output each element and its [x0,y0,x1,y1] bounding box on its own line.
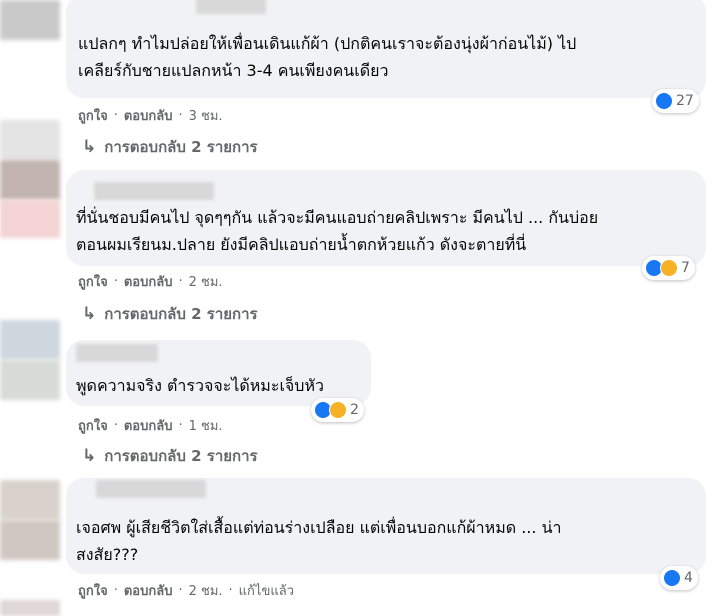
comment-bubble: ที่นั่นชอบมีคนไป จุดๆๆกัน แล้วจะมีคนแอบถ… [66,170,706,266]
reaction-count: 27 [676,93,694,109]
separator: · [113,108,118,123]
comment-bubble: เจอศพ ผู้เสียชีวิตใส่เสื้อแต่ท่อนร่างเปล… [66,478,706,574]
avatar[interactable] [0,360,60,400]
like-icon [655,92,673,110]
comment-text: พูดความจริง ตำรวจจะได้หมะเจ็บหัว [76,376,324,395]
comment-actions: ถูกใจ · ตอบกลับ · 3 ชม. [78,105,223,126]
timestamp[interactable]: 2 ชม. [189,580,223,601]
comment-actions: ถูกใจ · ตอบกลับ · 1 ชม. [78,415,223,436]
reaction-count: 2 [350,402,359,418]
timestamp[interactable]: 1 ชม. [189,415,223,436]
reply-arrow-icon: ↳ [82,304,97,324]
like-link[interactable]: ถูกใจ [78,415,108,436]
edited-label[interactable]: แก้ไขแล้ว [239,580,294,601]
comment-actions: ถูกใจ · ตอบกลับ · 2 ชม. · แก้ไขแล้ว [78,580,294,601]
comment-text: เจอศพ ผู้เสียชีวิตใส่เสื้อแต่ท่อนร่างเปล… [76,518,562,564]
reply-link[interactable]: ตอบกลับ [124,105,173,126]
avatar[interactable] [0,600,60,616]
view-replies-link[interactable]: ↳ การตอบกลับ 2 รายการ [82,444,258,468]
avatar[interactable] [0,0,60,40]
reaction-summary[interactable]: 7 [642,256,695,280]
avatar[interactable] [0,160,60,200]
avatar[interactable] [0,200,60,238]
comment-actions: ถูกใจ · ตอบกลับ · 2 ชม. [78,271,223,292]
reply-arrow-icon: ↳ [82,137,97,157]
haha-icon [329,401,347,419]
comment-text: แปลกๆ ทำไมปล่อยให้เพื่อนเดินแก้ผ้า (ปกติ… [78,34,577,80]
separator: · [113,583,118,598]
separator: · [178,418,183,433]
commenter-name[interactable] [76,344,158,362]
separator: · [178,583,183,598]
reply-link[interactable]: ตอบกลับ [124,271,173,292]
reaction-count: 7 [681,260,690,276]
like-link[interactable]: ถูกใจ [78,271,108,292]
commenter-name[interactable] [96,480,206,498]
avatar[interactable] [0,480,60,520]
replies-label: การตอบกลับ 2 รายการ [104,138,258,156]
reply-arrow-icon: ↳ [82,446,97,466]
separator: · [178,274,183,289]
haha-icon [660,259,678,277]
reaction-summary[interactable]: 27 [652,89,699,113]
comment-bubble: แปลกๆ ทำไมปล่อยให้เพื่อนเดินแก้ผ้า (ปกติ… [66,0,706,98]
view-replies-link[interactable]: ↳ การตอบกลับ 2 รายการ [82,302,258,326]
reply-link[interactable]: ตอบกลับ [124,415,173,436]
timestamp[interactable]: 2 ชม. [189,271,223,292]
like-link[interactable]: ถูกใจ [78,105,108,126]
avatar[interactable] [0,120,60,160]
reply-link[interactable]: ตอบกลับ [124,580,173,601]
avatar[interactable] [0,320,60,360]
replies-label: การตอบกลับ 2 รายการ [104,447,258,465]
separator: · [178,108,183,123]
commenter-name[interactable] [196,0,266,14]
replies-label: การตอบกลับ 2 รายการ [104,305,258,323]
timestamp[interactable]: 3 ชม. [189,105,223,126]
reaction-summary[interactable]: 2 [311,398,364,422]
separator: · [228,583,233,598]
reaction-summary[interactable]: 4 [660,566,698,590]
view-replies-link[interactable]: ↳ การตอบกลับ 2 รายการ [82,135,258,159]
separator: · [113,274,118,289]
avatar-strip [0,0,60,616]
reaction-count: 4 [684,570,693,586]
comment-text: ที่นั่นชอบมีคนไป จุดๆๆกัน แล้วจะมีคนแอบถ… [76,208,599,254]
commenter-name[interactable] [94,182,214,200]
comment-bubble: พูดความจริง ตำรวจจะได้หมะเจ็บหัว [66,340,371,406]
separator: · [113,418,118,433]
like-icon [663,569,681,587]
like-link[interactable]: ถูกใจ [78,580,108,601]
avatar[interactable] [0,520,60,560]
